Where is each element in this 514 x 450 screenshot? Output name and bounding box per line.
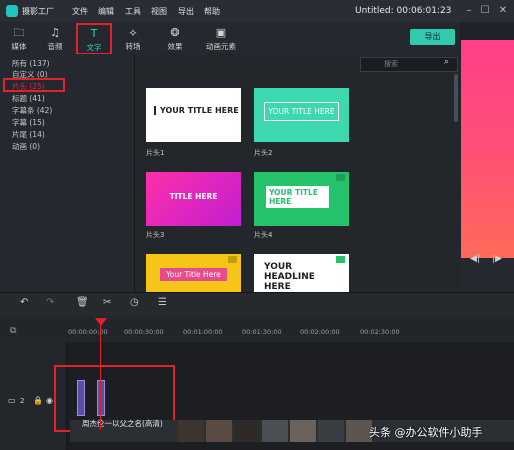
add-track-icon[interactable]: ⧉: [10, 326, 16, 336]
thumbnail-3-text: TITLE HERE: [169, 192, 218, 201]
transition-icon: ⟡: [129, 26, 137, 39]
category-ending[interactable]: 片尾 (14): [12, 129, 45, 140]
menu-view[interactable]: 视图: [151, 6, 167, 17]
thumbnail-6-text: YOUR HEADLINE HERE: [264, 262, 315, 292]
cut-icon[interactable]: ✂: [103, 297, 111, 308]
preview-window: [461, 40, 514, 258]
tick-label: 00:02:00:00: [300, 328, 340, 336]
text-t-icon: T: [90, 27, 98, 40]
project-title: Untitled: 00:06:01:23: [355, 6, 452, 16]
adjust-icon[interactable]: ☰: [158, 297, 167, 308]
folder-icon: 🗀: [13, 26, 25, 39]
thumbnail-3-caption: 片头3: [146, 231, 165, 239]
thumbnail-opening-6[interactable]: YOUR HEADLINE HERE: [254, 254, 349, 292]
thumbnail-4-text: YOUR TITLE HERE: [266, 186, 329, 208]
download-icon[interactable]: [336, 174, 345, 181]
tab-text[interactable]: T 文字: [76, 23, 112, 55]
thumbnail-opening-5[interactable]: Your Title Here: [146, 254, 241, 292]
eye-icon[interactable]: ◉: [46, 396, 53, 405]
track-number: 2: [20, 397, 25, 405]
thumbnail-5-text: Your Title Here: [160, 268, 227, 281]
thumbnail-4-caption: 片头4: [254, 231, 273, 239]
download-icon[interactable]: [336, 256, 345, 263]
category-animation[interactable]: 动画 (0): [12, 141, 40, 152]
tab-media-label: 媒体: [11, 42, 27, 51]
duration-clock-icon[interactable]: ◷: [130, 297, 139, 308]
minimize-icon[interactable]: –: [462, 4, 476, 18]
category-all[interactable]: 所有 (137): [12, 58, 50, 69]
previous-frame-icon[interactable]: ◀|: [470, 254, 480, 264]
playhead-handle[interactable]: [95, 318, 107, 326]
thumbnail-opening-4[interactable]: YOUR TITLE HERE: [254, 172, 349, 226]
tick-label: 00:01:00:00: [183, 328, 223, 336]
menu-help[interactable]: 帮助: [204, 6, 220, 17]
category-lower-thirds[interactable]: 字幕条 (42): [12, 105, 52, 116]
tab-effects-label: 效果: [167, 42, 183, 51]
watermark: 头条 @办公软件小助手: [369, 426, 483, 439]
music-note-icon: ♫: [50, 26, 60, 39]
thumbnail-1-caption: 片头1: [146, 149, 165, 157]
video-frame: [262, 420, 288, 442]
export-button[interactable]: 导出: [410, 29, 455, 45]
delete-icon[interactable]: 🗑: [76, 297, 89, 308]
thumbnail-2-caption: 片头2: [254, 149, 273, 157]
next-frame-icon[interactable]: |▶: [492, 254, 502, 264]
app-name: 摄影工厂: [22, 7, 54, 16]
tab-effects[interactable]: ❂ 效果: [156, 24, 194, 54]
category-subtitles[interactable]: 字幕 (15): [12, 117, 45, 128]
category-titles[interactable]: 标题 (41): [12, 93, 45, 104]
video-clip-title: 周杰伦一以父之名(高清): [82, 419, 163, 428]
track-type-icon: ▭: [8, 396, 16, 405]
image-icon: ▣: [215, 26, 227, 39]
thumbnail-1-text: YOUR TITLE HERE: [154, 106, 241, 115]
tab-media[interactable]: 🗀 媒体: [0, 24, 38, 54]
tab-elements-label: 动画元素: [206, 42, 236, 51]
video-frame: [318, 420, 344, 442]
tab-text-label: 文字: [86, 43, 102, 52]
tab-transition-label: 转场: [125, 42, 141, 51]
playhead[interactable]: [100, 320, 101, 430]
tick-label: 00:00:30:00: [124, 328, 164, 336]
tab-transition[interactable]: ⟡ 转场: [114, 24, 152, 54]
video-frame: [234, 420, 260, 442]
tick-label: 00:01:30:00: [242, 328, 282, 336]
menu-tools[interactable]: 工具: [125, 6, 141, 17]
lock-icon[interactable]: 🔒: [33, 396, 43, 405]
search-placeholder: 搜索: [384, 60, 398, 68]
video-frame: [206, 420, 232, 442]
app-logo: [6, 5, 18, 17]
thumbnail-2-text: YOUR TITLE HERE: [264, 102, 339, 121]
menu-file[interactable]: 文件: [72, 6, 88, 17]
tab-elements[interactable]: ▣ 动画元素: [198, 24, 244, 54]
library-scrollbar[interactable]: [454, 74, 458, 122]
menu-export[interactable]: 导出: [178, 6, 194, 17]
thumbnail-opening-1[interactable]: YOUR TITLE HERE: [146, 88, 241, 142]
effects-icon: ❂: [170, 26, 180, 39]
tick-label: 00:02:30:00: [360, 328, 400, 336]
preview-controls: [461, 258, 514, 292]
thumbnail-opening-3[interactable]: TITLE HERE: [146, 172, 241, 226]
maximize-icon[interactable]: ☐: [478, 4, 492, 18]
tab-audio[interactable]: ♫ 音频: [36, 24, 74, 54]
video-frame: [290, 420, 316, 442]
selected-category-highlight: [3, 78, 65, 92]
thumbnail-opening-2[interactable]: YOUR TITLE HERE: [254, 88, 349, 142]
download-icon[interactable]: [228, 256, 237, 263]
menu-edit[interactable]: 编辑: [98, 6, 114, 17]
close-icon[interactable]: ✕: [496, 4, 510, 18]
video-frame: [178, 420, 204, 442]
redo-icon[interactable]: ↷: [46, 297, 54, 308]
search-icon[interactable]: ⌕: [444, 57, 449, 67]
tick-label: 00:00:00:00: [68, 328, 108, 336]
undo-icon[interactable]: ↶: [20, 297, 28, 308]
tab-audio-label: 音频: [47, 42, 63, 51]
